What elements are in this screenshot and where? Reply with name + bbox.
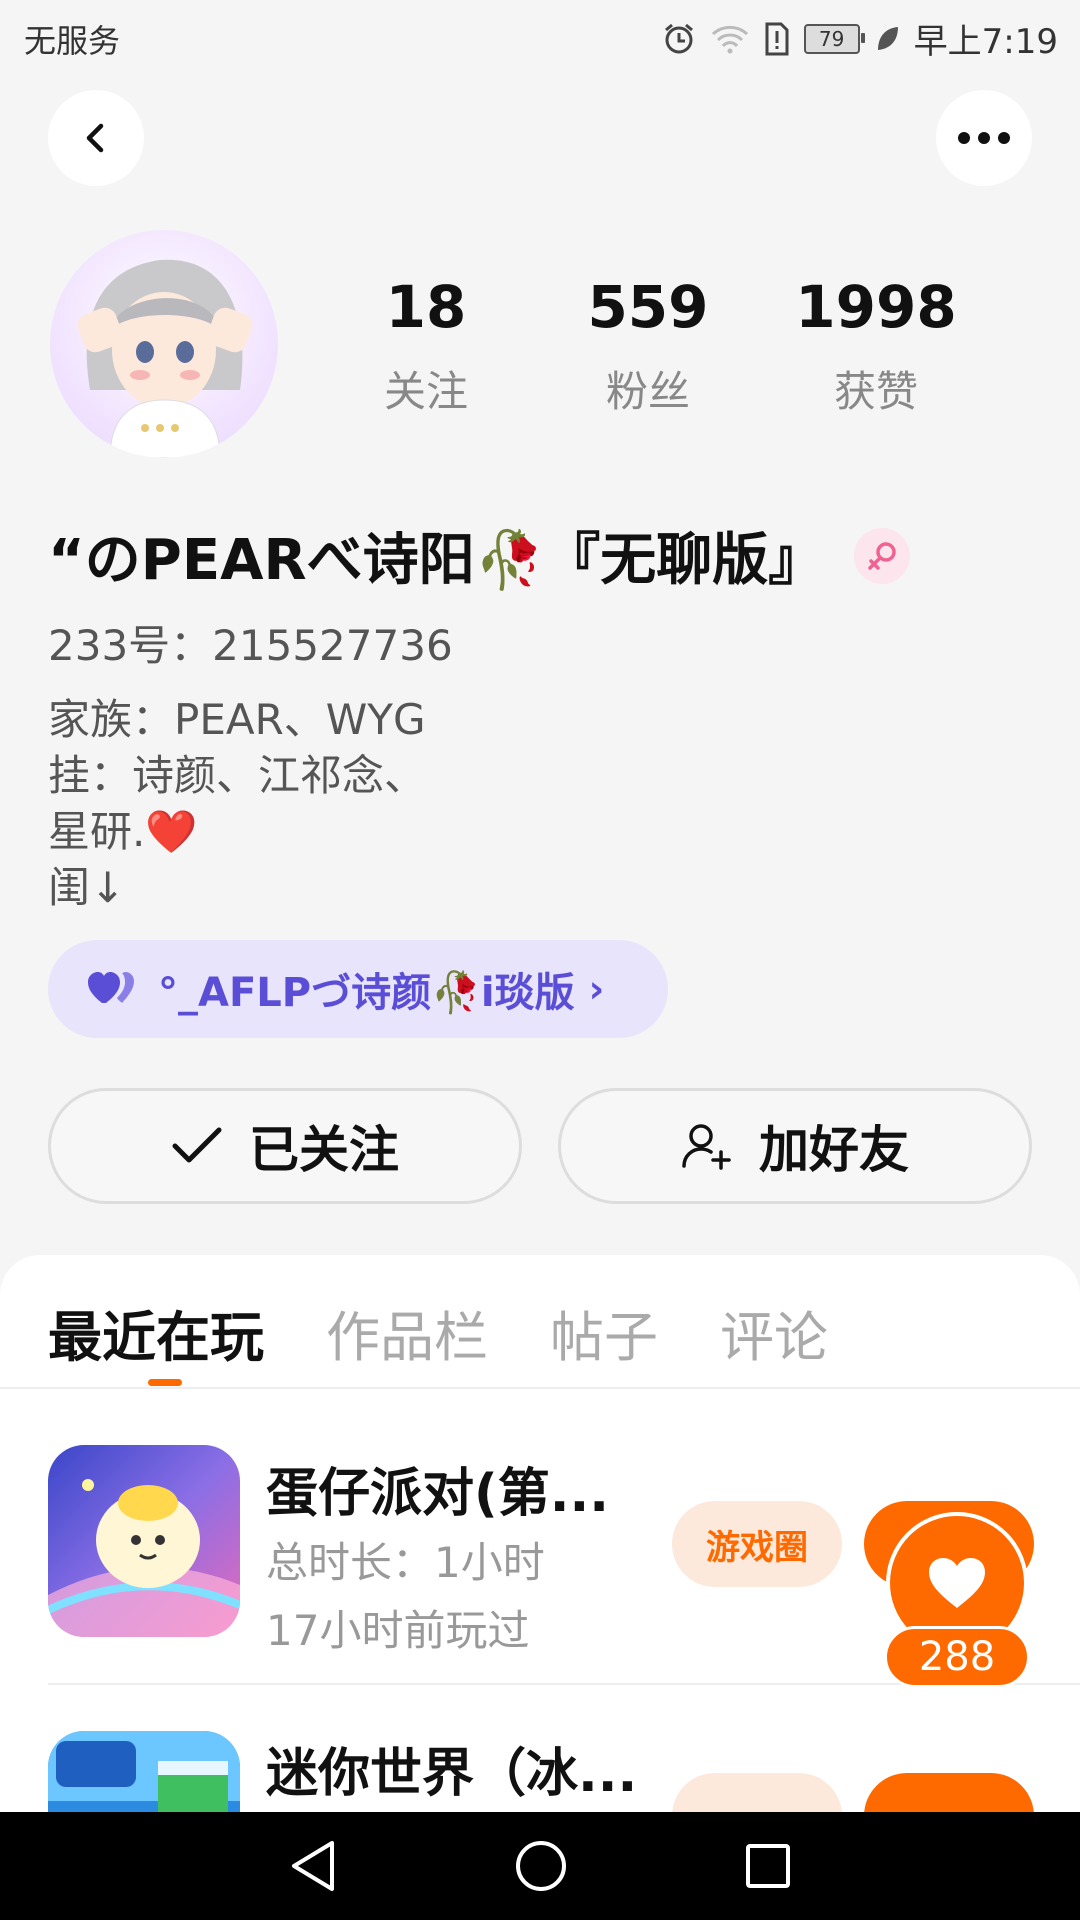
followers-stat[interactable]: 559 粉丝: [558, 278, 738, 419]
add-user-icon: [682, 1124, 731, 1170]
profile-tabs: 最近在玩 作品栏 帖子 评论: [48, 1293, 828, 1372]
tab-works[interactable]: 作品栏: [326, 1293, 488, 1372]
bio-line: 星研.❤️: [48, 807, 198, 856]
bio-line: 闺↓: [48, 863, 126, 912]
followers-label: 粉丝: [605, 367, 690, 416]
alarm-icon: [662, 22, 696, 56]
battery-indicator: 79: [803, 23, 865, 54]
followers-count: 559: [587, 273, 709, 341]
recents-square-icon[interactable]: [744, 1842, 792, 1890]
back-triangle-icon[interactable]: [288, 1839, 338, 1893]
add-friend-button[interactable]: 加好友: [558, 1088, 1032, 1204]
followed-button[interactable]: 已关注: [48, 1088, 522, 1204]
game-circle-button[interactable]: 游戏圈: [672, 1501, 842, 1587]
chevron-left-icon: [86, 123, 104, 153]
eggy-party-game-icon: [48, 1445, 240, 1637]
active-tab-indicator: [148, 1379, 182, 1386]
status-time: 早上7:19: [913, 22, 1058, 62]
home-circle-icon[interactable]: [514, 1839, 568, 1893]
more-dots-icon: [958, 132, 1010, 144]
double-heart-icon: [88, 972, 134, 1003]
bio-line: 家族：PEAR、WYG: [48, 695, 426, 744]
name-row: “のPEARべ诗阳🥀『无聊版』: [48, 515, 911, 596]
game-title: 迷你世界（冰...: [266, 1744, 638, 1804]
mini-world-game-icon: [48, 1731, 240, 1815]
avatar[interactable]: [50, 230, 278, 458]
avatar-illustration: [77, 259, 253, 458]
likes-count: 1998: [795, 273, 957, 341]
tab-posts[interactable]: 帖子: [550, 1293, 658, 1372]
heart-icon: [929, 1558, 985, 1608]
followed-label: 已关注: [249, 1121, 399, 1179]
game-list-item[interactable]: 迷你世界（冰...: [0, 1731, 1080, 1815]
add-friend-label: 加好友: [759, 1121, 909, 1179]
leaf-icon: [874, 24, 900, 54]
bio-line: 挂：诗颜、江祁念、: [48, 751, 427, 800]
more-options-button[interactable]: [936, 90, 1032, 186]
like-count: 288: [884, 1626, 1030, 1688]
user-id: 233号：215527736: [48, 621, 453, 670]
following-stat[interactable]: 18 关注: [336, 278, 516, 419]
carrier-text: 无服务: [24, 22, 121, 60]
likes-label: 获赞: [833, 367, 918, 416]
game-duration: 总时长：1小时: [266, 1538, 545, 1587]
game-title: 蛋仔派对(第...: [266, 1464, 610, 1524]
wifi-icon: [710, 23, 750, 55]
following-label: 关注: [383, 367, 468, 416]
back-button[interactable]: [48, 90, 144, 186]
chevron-right-icon: ›: [588, 967, 605, 1011]
system-nav-bar: [0, 1812, 1080, 1920]
tabs-divider: [0, 1387, 1080, 1389]
tab-recently-played[interactable]: 最近在玩: [48, 1293, 264, 1372]
checkmark-icon: [172, 1127, 222, 1163]
sim-alert-icon: [764, 22, 790, 56]
bio: 家族：PEAR、WYG 挂：诗颜、江祁念、 星研.❤️ 闺↓: [48, 692, 426, 916]
tab-comments[interactable]: 评论: [720, 1293, 828, 1372]
likes-stat[interactable]: 1998 获赞: [786, 278, 966, 419]
game-last-played: 17小时前玩过: [266, 1606, 530, 1655]
following-count: 18: [385, 273, 467, 341]
status-bar: 无服务 79 早上7:19: [0, 0, 1080, 72]
game-circle-button[interactable]: [672, 1773, 842, 1815]
family-tag-button[interactable]: °_AFLPづ诗颜🥀i琰版 ›: [48, 940, 668, 1038]
family-tag-label: °_AFLPづ诗颜🥀i琰版: [158, 970, 575, 1016]
play-button[interactable]: [864, 1773, 1034, 1815]
profile-name: “のPEARべ诗阳🥀『无聊版』: [48, 528, 825, 593]
female-gender-icon: [854, 527, 911, 584]
